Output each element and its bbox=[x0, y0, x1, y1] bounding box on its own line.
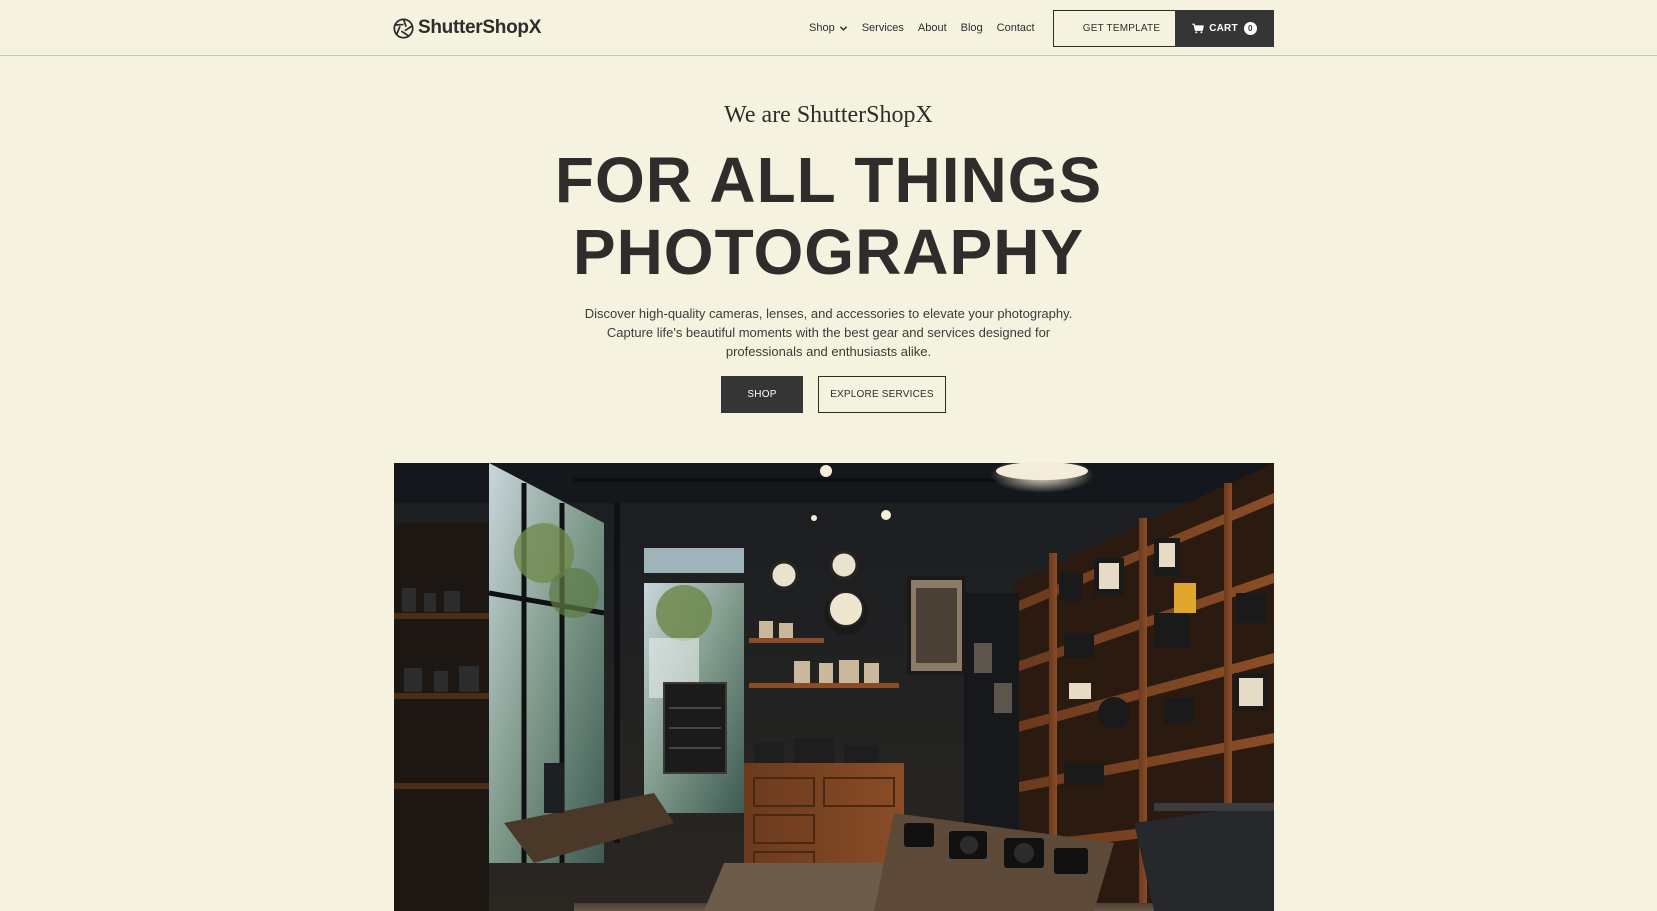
nav-item-blog[interactable]: Blog bbox=[961, 19, 983, 37]
nav-item-about[interactable]: About bbox=[918, 19, 947, 37]
nav-item-label: Shop bbox=[809, 22, 835, 34]
nav-item-services[interactable]: Services bbox=[862, 19, 904, 37]
hero-description: Discover high-quality cameras, lenses, a… bbox=[584, 306, 1073, 359]
main-nav: Shop Services About Blog Contact bbox=[809, 19, 1049, 37]
chevron-down-icon bbox=[839, 25, 847, 31]
nav-item-shop[interactable]: Shop bbox=[809, 19, 848, 37]
hero-title-line-1: FOR ALL THINGS bbox=[554, 144, 1103, 216]
hero-eyebrow: We are ShutterShopX bbox=[724, 102, 933, 128]
shop-button[interactable]: SHOP bbox=[721, 376, 803, 413]
shop-interior-illustration bbox=[394, 463, 1274, 911]
hero-title-line-2: PHOTOGRAPHY bbox=[572, 216, 1085, 288]
top-navbar: ShutterShopX Shop Services About Blog Co… bbox=[0, 0, 1657, 56]
nav-item-label: Contact bbox=[996, 22, 1035, 34]
nav-item-label: About bbox=[917, 22, 947, 34]
hero-title: FOR ALL THINGS PHOTOGRAPHY bbox=[0, 144, 1657, 288]
explore-services-button[interactable]: EXPLORE SERVICES bbox=[818, 376, 946, 413]
nav-item-label: Services bbox=[861, 22, 904, 34]
cart-label: CART bbox=[1209, 23, 1238, 34]
nav-item-contact[interactable]: Contact bbox=[997, 19, 1035, 37]
brand-logo[interactable]: ShutterShopX bbox=[393, 14, 541, 42]
cart-button[interactable]: CART 0 bbox=[1175, 10, 1274, 47]
aperture-icon bbox=[393, 17, 414, 39]
nav-item-label: Blog bbox=[960, 22, 983, 34]
get-template-button[interactable]: GET TEMPLATE bbox=[1053, 10, 1190, 47]
hero-shop-photo bbox=[394, 463, 1274, 911]
cart-count-badge: 0 bbox=[1243, 22, 1257, 35]
cart-icon bbox=[1192, 23, 1205, 34]
brand-name: ShutterShopX bbox=[418, 17, 542, 38]
